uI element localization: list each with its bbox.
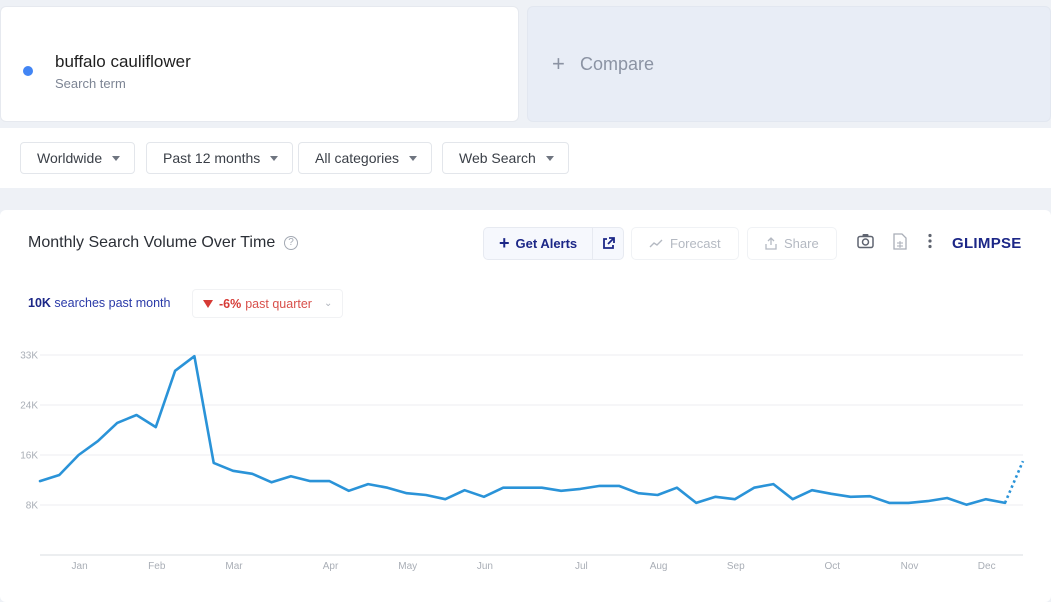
x-tick-label: Dec xyxy=(978,561,996,572)
x-tick-label: Mar xyxy=(225,561,243,572)
x-tick-label: Apr xyxy=(323,561,339,572)
x-tick-label: Oct xyxy=(825,561,841,572)
x-tick-label: Jul xyxy=(575,561,588,572)
y-tick-label: 33K xyxy=(20,351,38,362)
x-tick-label: Jan xyxy=(72,561,88,572)
x-tick-label: Feb xyxy=(148,561,166,572)
x-tick-label: Aug xyxy=(650,561,668,572)
y-tick-label: 24K xyxy=(20,401,38,412)
series-line-buffalo-cauliflower xyxy=(38,354,1007,507)
y-tick-label: 8K xyxy=(26,501,39,512)
x-tick-label: Jun xyxy=(477,561,493,572)
forecast-line xyxy=(1003,460,1025,504)
y-tick-label: 16K xyxy=(20,451,38,462)
x-tick-label: Sep xyxy=(727,561,745,572)
search-volume-chart: 33K 24K 16K 8K Jan Feb Mar Apr May Jun Jul Aug Sep Oc… xyxy=(20,351,1025,572)
x-tick-label: May xyxy=(398,561,417,572)
x-tick-label: Nov xyxy=(901,561,919,572)
